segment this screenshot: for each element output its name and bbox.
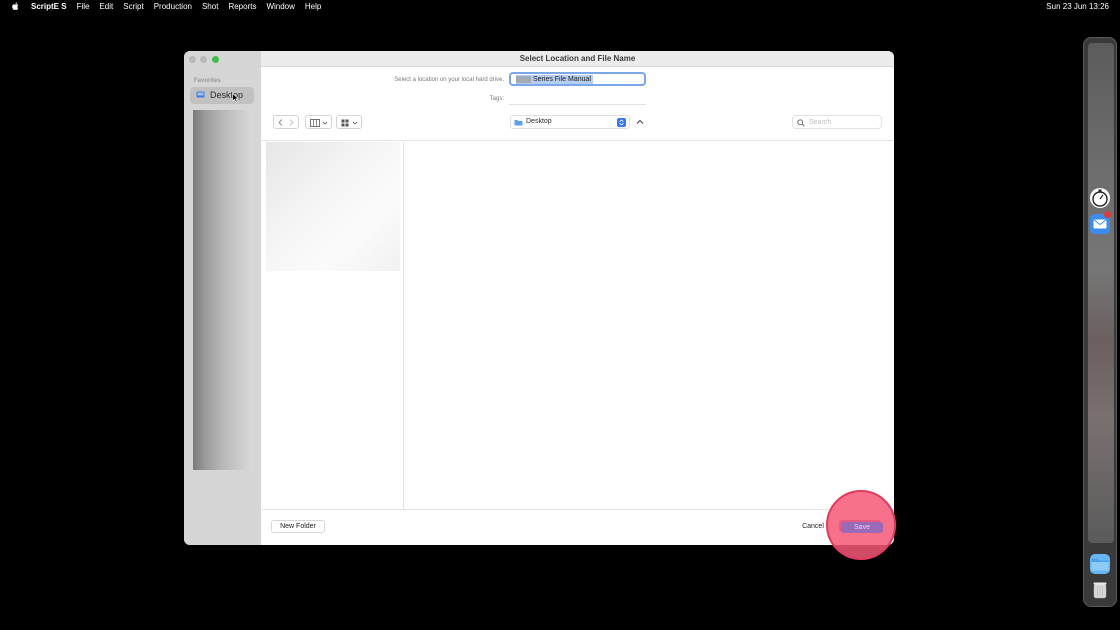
close-window-button[interactable] [189,56,196,63]
filename-value: Series File Manual [533,76,591,83]
dock-timer-app[interactable] [1090,188,1110,208]
trash-icon [1093,582,1107,599]
click-highlight: Save [826,490,896,560]
dock [1083,37,1117,607]
chevron-up-icon [636,119,644,124]
menu-file[interactable]: File [77,2,90,11]
tags-label: Tags: [489,96,504,102]
mail-icon [1093,219,1107,229]
menu-script[interactable]: Script [123,2,143,11]
search-placeholder: Search [809,119,832,126]
collapse-expand-button[interactable] [634,115,646,129]
filename-redacted-prefix [516,76,531,83]
apple-logo-icon[interactable] [11,1,20,12]
menu-edit[interactable]: Edit [99,2,113,11]
menu-window[interactable]: Window [266,2,294,11]
browser-redacted-items [266,142,400,271]
mouse-cursor-icon [232,93,240,103]
save-button[interactable]: Save [841,522,883,533]
menu-bar: ScriptE S File Edit Script Production Sh… [0,0,1120,13]
dropdown-stepper-icon [617,118,626,127]
search-field[interactable]: Search [792,115,882,129]
menu-items: ScriptE S File Edit Script Production Sh… [31,2,331,11]
new-folder-button[interactable]: New Folder [271,520,325,533]
menubar-clock[interactable]: Sun 23 Jun 13:26 [1046,2,1109,11]
dialog-titlebar: Select Location and File Name [261,51,894,67]
desktop-icon [196,91,205,98]
save-dialog: Favorites Desktop Select Location and Fi… [184,51,894,545]
dock-trash[interactable] [1090,580,1110,600]
grid-group-icon [341,119,358,127]
menu-shot[interactable]: Shot [202,2,218,11]
location-dropdown[interactable]: Desktop [510,115,630,129]
menu-help[interactable]: Help [305,2,321,11]
filename-selection: Series File Manual [516,75,593,84]
browser-column[interactable] [266,142,404,510]
favorites-heading: Favorites [194,78,221,84]
view-mode-button[interactable] [305,115,332,129]
sidebar: Favorites Desktop [184,51,261,545]
back-forward-icon [278,119,294,126]
minimize-window-button[interactable] [200,56,207,63]
filename-input[interactable]: Series File Manual [509,72,646,86]
back-forward-buttons[interactable] [273,115,299,129]
mail-badge [1104,211,1111,218]
search-icon [797,119,805,127]
dialog-title: Select Location and File Name [519,54,636,63]
dock-downloads-folder[interactable] [1090,554,1110,574]
dock-redacted-apps [1088,43,1114,543]
tags-input[interactable] [509,94,646,105]
menu-app-name[interactable]: ScriptE S [31,2,67,11]
sidebar-redacted-area [193,110,253,470]
location-dropdown-value: Desktop [526,118,552,125]
location-prompt-label: Select a location on your local hard dri… [394,77,504,83]
stopwatch-icon [1092,189,1108,207]
folder-icon [1091,559,1109,571]
file-browser [261,140,894,510]
menu-reports[interactable]: Reports [228,2,256,11]
group-options-button[interactable] [336,115,362,129]
zoom-window-button[interactable] [212,56,219,63]
menu-production[interactable]: Production [154,2,192,11]
dock-mail-app[interactable] [1090,211,1111,234]
column-view-icon [310,119,328,127]
folder-icon [514,120,523,126]
sidebar-item-desktop[interactable]: Desktop [190,87,254,104]
